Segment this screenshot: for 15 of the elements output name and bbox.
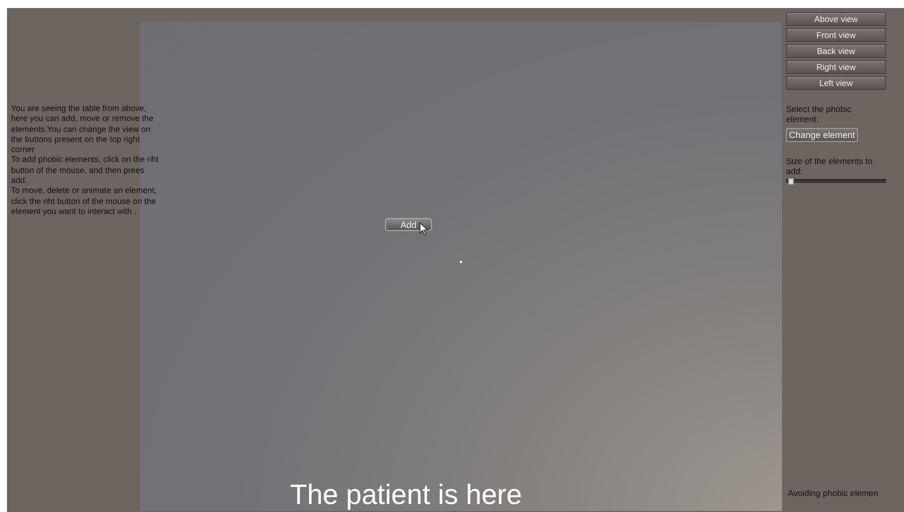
size-slider[interactable] xyxy=(786,179,886,183)
point-marker xyxy=(460,261,462,263)
size-label: Size of the elements to add: xyxy=(786,156,874,176)
mouse-pointer-icon xyxy=(419,222,429,236)
view-button[interactable]: Above view xyxy=(786,12,886,26)
instructions-text: You are seeing the table from above, here you can add, move or remove the elements.You can change the view on the buttons present on the top right corner To add phobic elements, click on the riht button of the mouse, and then prees add. To move, delete or animate an element, click the riht button of the mouse on the element you want to interact with . xyxy=(11,103,160,216)
patient-caption: The patient is here xyxy=(290,479,522,511)
view-button[interactable]: Front view xyxy=(786,28,886,42)
view-button[interactable]: Left view xyxy=(786,76,886,90)
status-text: Avoiding phobic elemen xyxy=(788,488,880,498)
slider-thumb[interactable] xyxy=(788,178,794,185)
view-button[interactable]: Back view xyxy=(786,44,886,58)
change-element-button[interactable]: Change element xyxy=(786,128,858,142)
select-label: Select the phobic element: xyxy=(786,104,852,124)
view-button[interactable]: Right view xyxy=(786,60,886,74)
